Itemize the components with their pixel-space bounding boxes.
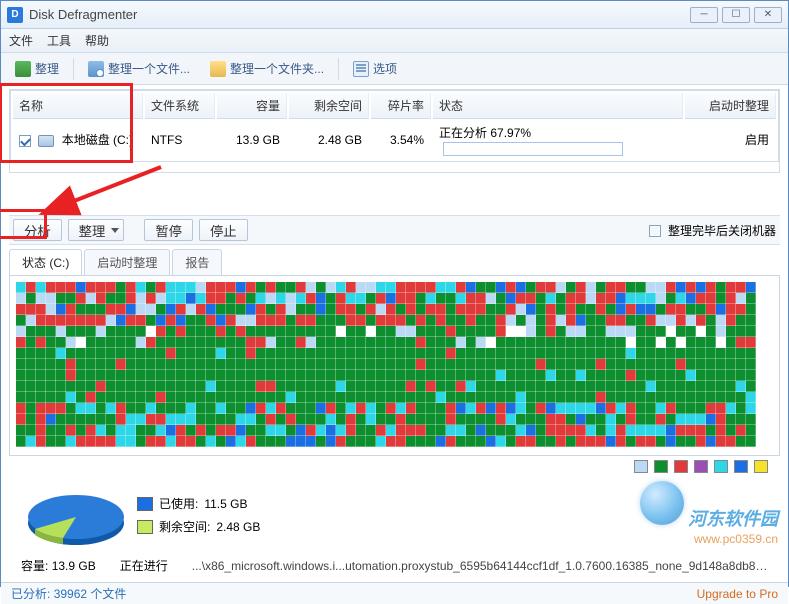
color-legend — [9, 456, 780, 477]
status-analyzed-count: 39962 个文件 — [54, 585, 127, 602]
disk-summary: 已使用: 11.5 GB 剩余空间: 2.48 GB — [9, 477, 780, 553]
legend-color — [754, 460, 768, 473]
close-button[interactable]: ✕ — [754, 7, 782, 23]
drive-capacity: 13.9 GB — [217, 121, 287, 159]
analyze-button[interactable]: 分析 — [13, 219, 62, 241]
fragmentation-map — [9, 276, 780, 456]
drive-fs: NTFS — [145, 121, 215, 159]
drive-row[interactable]: 本地磁盘 (C:) NTFS 13.9 GB 2.48 GB 3.54% 正在分… — [13, 121, 776, 159]
defrag-icon — [15, 61, 31, 77]
drive-frag: 3.54% — [371, 121, 431, 159]
drive-status-cell: 正在分析 67.97% — [433, 121, 683, 159]
legend-color — [674, 460, 688, 473]
settings-icon — [353, 61, 369, 77]
minimize-button[interactable]: ─ — [690, 7, 718, 23]
drive-table: 名称 文件系统 容量 剩余空间 碎片率 状态 启动时整理 本地 — [9, 89, 780, 173]
col-name[interactable]: 名称 — [13, 93, 143, 119]
drive-freespace: 2.48 GB — [289, 121, 369, 159]
used-value: 11.5 GB — [204, 497, 247, 511]
disk-summary-row: 容量: 13.9 GB 正在进行 ...\x86_microsoft.windo… — [9, 553, 780, 578]
drive-icon — [38, 135, 54, 147]
chevron-down-icon — [111, 228, 119, 233]
col-filesystem[interactable]: 文件系统 — [145, 93, 215, 119]
toolbar-defrag-file-label: 整理一个文件... — [108, 60, 190, 77]
upgrade-link[interactable]: Upgrade to Pro — [697, 587, 778, 601]
legend-color — [654, 460, 668, 473]
disk-pie-chart — [21, 483, 121, 547]
defrag-button[interactable]: 整理 — [68, 219, 125, 241]
drive-checkbox[interactable] — [19, 135, 31, 147]
action-bar: 分析 整理 暂停 停止 整理完毕后关闭机器 — [9, 215, 780, 245]
toolbar-defrag-folder-label: 整理一个文件夹... — [230, 60, 324, 77]
legend-color — [694, 460, 708, 473]
folder-icon — [210, 61, 226, 77]
drive-name-cell: 本地磁盘 (C:) — [13, 121, 143, 159]
toolbar-options-button[interactable]: 选项 — [347, 57, 403, 80]
tab-status[interactable]: 状态 (C:) — [9, 249, 82, 275]
toolbar-defrag-button[interactable]: 整理 — [9, 57, 65, 80]
drive-schedule: 启用 — [685, 121, 776, 159]
toolbar-defrag-folder-button[interactable]: 整理一个文件夹... — [204, 57, 330, 80]
used-color-icon — [137, 497, 153, 511]
window-title: Disk Defragmenter — [29, 7, 690, 22]
toolbar-separator — [73, 58, 74, 80]
tab-schedule[interactable]: 启动时整理 — [84, 249, 170, 275]
drive-progress-label: 67.97% — [490, 126, 531, 140]
menu-file[interactable]: 文件 — [9, 32, 33, 49]
maximize-button[interactable]: ☐ — [722, 7, 750, 23]
pause-button[interactable]: 暂停 — [144, 219, 193, 241]
capacity-label: 容量: — [21, 559, 48, 573]
menu-help[interactable]: 帮助 — [85, 32, 109, 49]
col-status[interactable]: 状态 — [433, 93, 683, 119]
stop-button[interactable]: 停止 — [199, 219, 248, 241]
file-icon — [88, 61, 104, 77]
app-icon: D — [7, 7, 23, 23]
legend-color — [734, 460, 748, 473]
status-bar: 已分析: 39962 个文件 Upgrade to Pro — [1, 582, 788, 604]
shutdown-after-checkbox[interactable]: 整理完毕后关闭机器 — [649, 222, 776, 239]
toolbar: 整理 整理一个文件... 整理一个文件夹... 选项 — [1, 53, 788, 85]
drive-progress-bar — [443, 142, 623, 156]
menu-bar: 文件 工具 帮助 — [1, 29, 788, 53]
free-color-icon — [137, 520, 153, 534]
free-label: 剩余空间: — [159, 518, 210, 535]
col-capacity[interactable]: 容量 — [217, 93, 287, 119]
toolbar-separator — [338, 58, 339, 80]
free-value: 2.48 GB — [216, 520, 260, 534]
tab-report[interactable]: 报告 — [172, 249, 222, 275]
used-label: 已使用: — [159, 495, 198, 512]
menu-tools[interactable]: 工具 — [47, 32, 71, 49]
shutdown-after-label: 整理完毕后关闭机器 — [668, 224, 776, 238]
drive-status-text: 正在分析 — [439, 126, 487, 140]
title-bar: D Disk Defragmenter ─ ☐ ✕ — [1, 1, 788, 29]
toolbar-options-label: 选项 — [373, 60, 397, 77]
status-analyzed-label: 已分析: — [11, 585, 50, 602]
toolbar-defrag-file-button[interactable]: 整理一个文件... — [82, 57, 196, 80]
checkbox-icon — [649, 225, 661, 237]
legend-color — [714, 460, 728, 473]
detail-tabs: 状态 (C:) 启动时整理 报告 — [9, 249, 780, 276]
toolbar-defrag-label: 整理 — [35, 60, 59, 77]
col-schedule[interactable]: 启动时整理 — [685, 93, 776, 119]
legend-color — [634, 460, 648, 473]
inprogress-label: 正在进行 — [120, 557, 168, 574]
drive-name: 本地磁盘 (C:) — [62, 133, 133, 147]
disk-legend: 已使用: 11.5 GB 剩余空间: 2.48 GB — [137, 495, 260, 535]
col-freespace[interactable]: 剩余空间 — [289, 93, 369, 119]
col-fragmentation[interactable]: 碎片率 — [371, 93, 431, 119]
capacity-value: 13.9 GB — [52, 559, 96, 573]
current-file-path: ...\x86_microsoft.windows.i...utomation.… — [192, 559, 768, 573]
